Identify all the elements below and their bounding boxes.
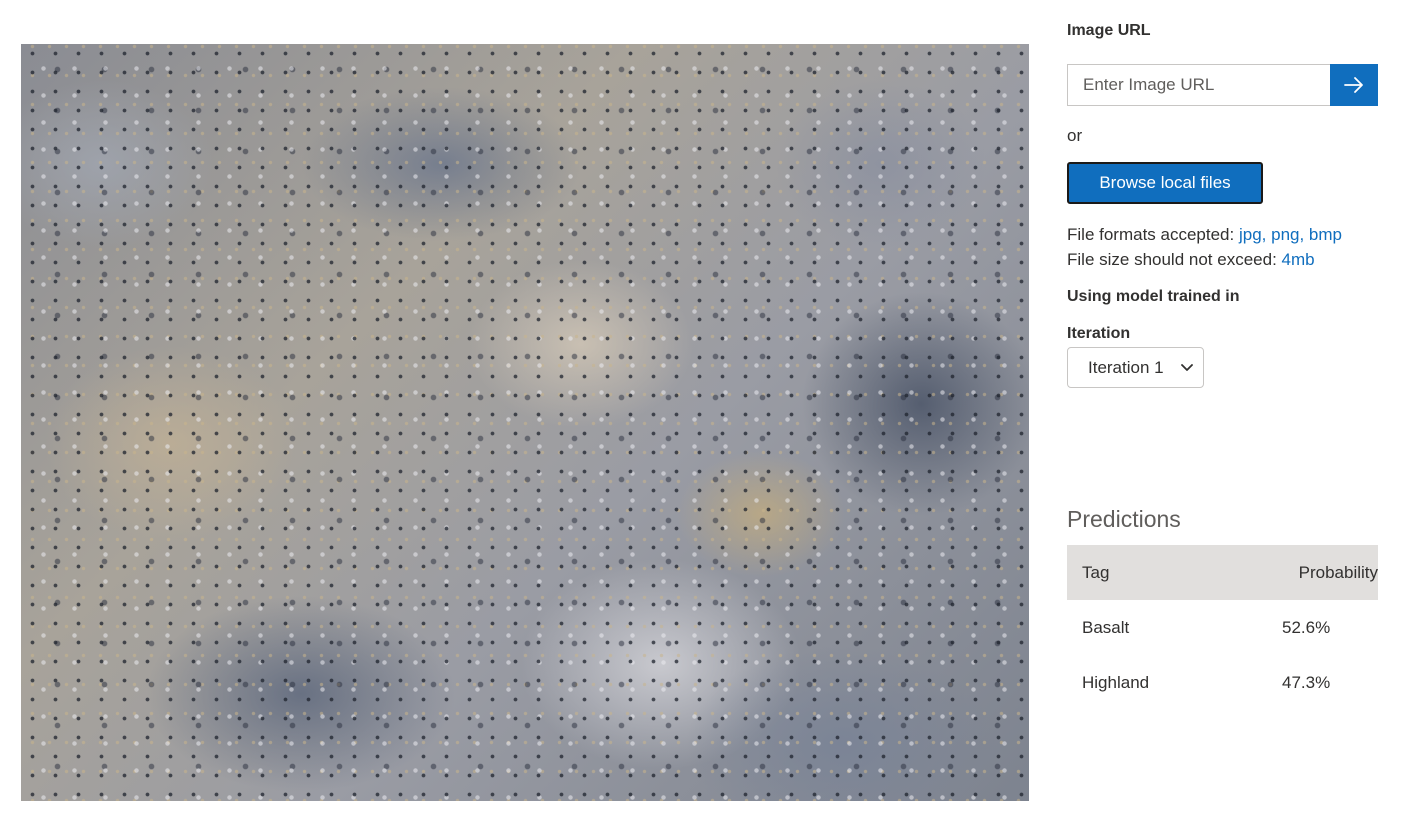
iteration-label: Iteration	[1067, 325, 1131, 342]
chevron-down-icon	[1181, 363, 1193, 371]
tag-cell: Basalt	[1082, 617, 1130, 637]
model-label: Using model trained in	[1067, 288, 1240, 305]
or-text: or	[1067, 126, 1083, 145]
image-url-label: Image URL	[1067, 22, 1151, 39]
predictions-title: Predictions	[1067, 506, 1181, 532]
table-header: Tag Probability	[1067, 545, 1378, 600]
size-line: File size should not exceed: 4mb	[1067, 247, 1342, 272]
preview-texture	[21, 44, 1029, 801]
arrow-right-icon	[1344, 77, 1363, 93]
probability-cell: 47.3%	[1282, 672, 1331, 692]
table-row: Basalt 52.6%	[1067, 600, 1378, 655]
formats-value: jpg, png, bmp	[1238, 225, 1342, 244]
table-row: Highland 47.3%	[1067, 655, 1378, 710]
iteration-select[interactable]: Iteration 1	[1067, 347, 1204, 388]
formats-label: File formats accepted:	[1067, 225, 1235, 244]
submit-url-button[interactable]	[1330, 64, 1378, 106]
size-label: File size should not exceed:	[1067, 250, 1277, 269]
probability-cell: 52.6%	[1282, 617, 1331, 637]
preview-image	[21, 44, 1029, 801]
image-url-row	[1067, 64, 1378, 106]
size-value: 4mb	[1281, 250, 1315, 269]
formats-line: File formats accepted: jpg, png, bmp	[1067, 222, 1342, 247]
browse-local-files-button[interactable]: Browse local files	[1067, 162, 1263, 204]
iteration-selected-value: Iteration 1	[1088, 357, 1164, 377]
image-url-input[interactable]	[1067, 64, 1330, 106]
file-info: File formats accepted: jpg, png, bmp Fil…	[1067, 222, 1342, 272]
tag-cell: Highland	[1082, 672, 1150, 692]
predictions-table: Tag Probability Basalt 52.6% Highland 47…	[1067, 545, 1378, 710]
column-header-tag: Tag	[1082, 562, 1110, 582]
column-header-probability: Probability	[1298, 562, 1378, 582]
